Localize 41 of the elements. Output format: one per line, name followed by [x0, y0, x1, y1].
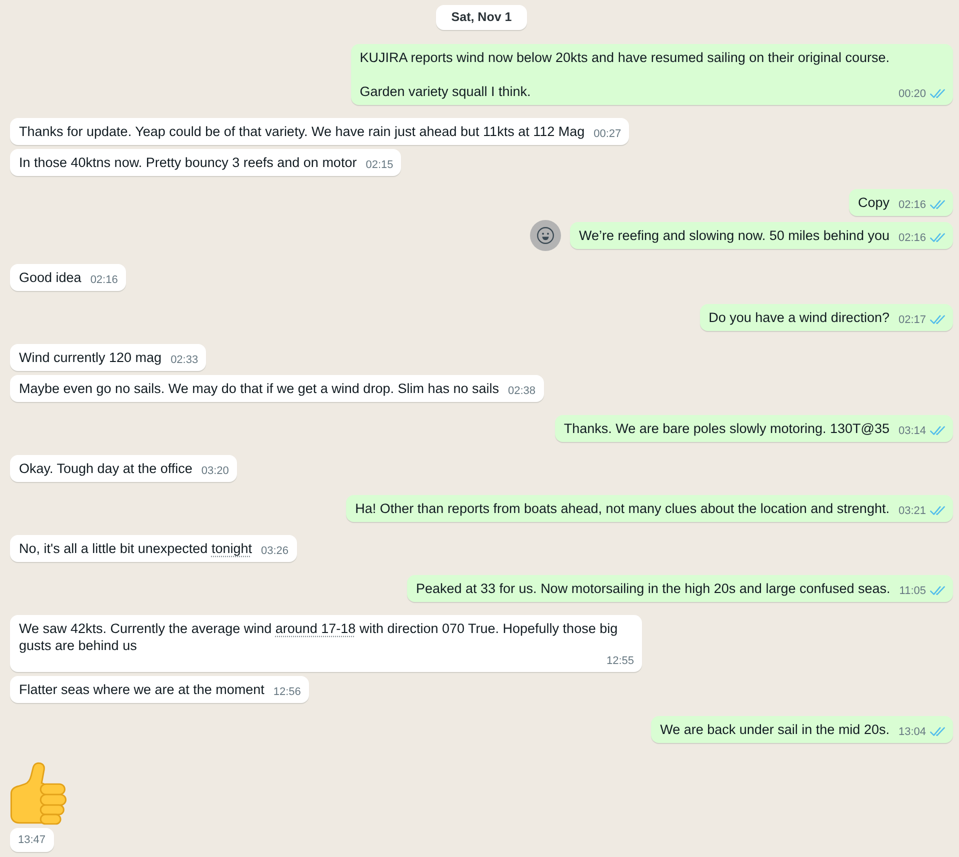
message-text: Maybe even go no sails. We may do that if we get a wind drop. Slim has no sails: [19, 380, 499, 397]
emoji-reaction-button[interactable]: [530, 220, 562, 251]
message-text: Good idea: [19, 269, 82, 286]
detected-link[interactable]: tonight: [211, 541, 252, 556]
message-time: 00:20: [898, 87, 926, 101]
message-text: In those 40ktns now. Pretty bouncy 3 reefs and on motor: [19, 154, 357, 171]
message-text: Peaked at 33 for us. Now motorsailing in the high 20s and large confused seas.: [416, 580, 890, 597]
thumbs-up-icon: [10, 762, 67, 825]
date-divider: Sat, Nov 1: [436, 5, 527, 30]
message-time: 02:16: [898, 198, 926, 212]
smiley-icon: [537, 227, 554, 244]
message-text: No, it's all a little bit unexpected tonight: [19, 540, 252, 557]
message-time: 03:20: [201, 464, 229, 478]
message-text: We saw 42kts. Currently the average wind around 17-18 with direction 070 True. Hopefully those big gusts are behind us: [19, 620, 619, 654]
message-text: Copy: [858, 194, 890, 211]
message-text: We are back under sail in the mid 20s.: [660, 721, 890, 738]
message-text: Thanks. We are bare poles slowly motoring. 130T@35: [564, 420, 890, 437]
message-time: 13:04: [898, 725, 926, 739]
message-time: 03:21: [898, 504, 926, 518]
message-time: 02:33: [170, 353, 198, 367]
message-time: 12:56: [273, 685, 301, 699]
message-time: 02:16: [90, 273, 118, 287]
message-text: KUJIRA reports wind now below 20kts and have resumed sailing on their original course. Garden variety squall I think.: [360, 49, 890, 100]
message-time: 13:47: [10, 828, 54, 852]
message-time: 12:55: [606, 654, 634, 668]
message-text: Ha! Other than reports from boats ahead, not many clues about the location and strenght.: [355, 500, 890, 517]
message-time: 02:16: [898, 231, 926, 245]
message-time: 03:26: [260, 544, 289, 558]
message-text: Okay. Tough day at the office: [19, 460, 192, 477]
message-text: We’re reefing and slowing now. 50 miles behind you: [579, 227, 890, 244]
message-time: 00:27: [594, 127, 622, 141]
message-text: Wind currently 120 mag: [19, 349, 162, 366]
message-time: 11:05: [899, 584, 926, 598]
message-time: 02:17: [898, 313, 926, 327]
message-time: 03:14: [898, 424, 926, 438]
message-text: Thanks for update. Yeap could be of that variety. We have rain just ahead but 11kts at 112 Mag: [19, 123, 585, 140]
message-time: 02:15: [366, 158, 394, 172]
detected-link[interactable]: around 17-18: [275, 621, 356, 636]
message-time: 02:38: [508, 384, 536, 398]
message-text: Do you have a wind direction?: [708, 309, 890, 326]
message-text: Flatter seas where we are at the moment: [19, 681, 264, 698]
